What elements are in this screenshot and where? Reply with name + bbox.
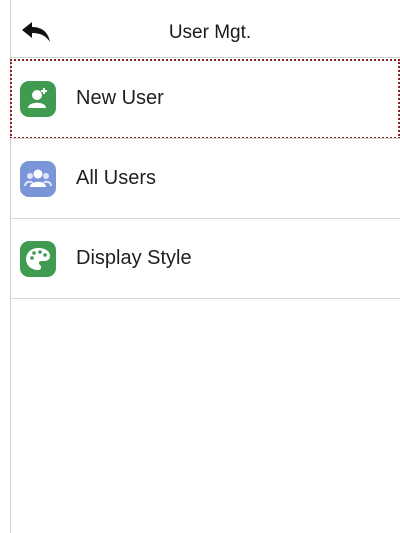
user-management-screen: User Mgt. New User All Users Display Sty… [0,0,400,533]
header-divider [10,57,400,58]
menu-item-display-style[interactable]: Display Style [10,219,400,299]
menu-item-label: New User [76,87,164,109]
palette-icon [20,241,56,277]
divider [10,298,400,299]
add-user-icon [20,81,56,117]
header-bar: User Mgt. [0,0,400,62]
menu-item-label: Display Style [76,247,192,269]
menu-item-new-user[interactable]: New User [10,59,400,139]
page-title: User Mgt. [168,22,252,43]
menu-item-label: All Users [76,167,157,189]
menu-item-all-users[interactable]: All Users [10,139,400,219]
users-group-icon [20,161,56,197]
